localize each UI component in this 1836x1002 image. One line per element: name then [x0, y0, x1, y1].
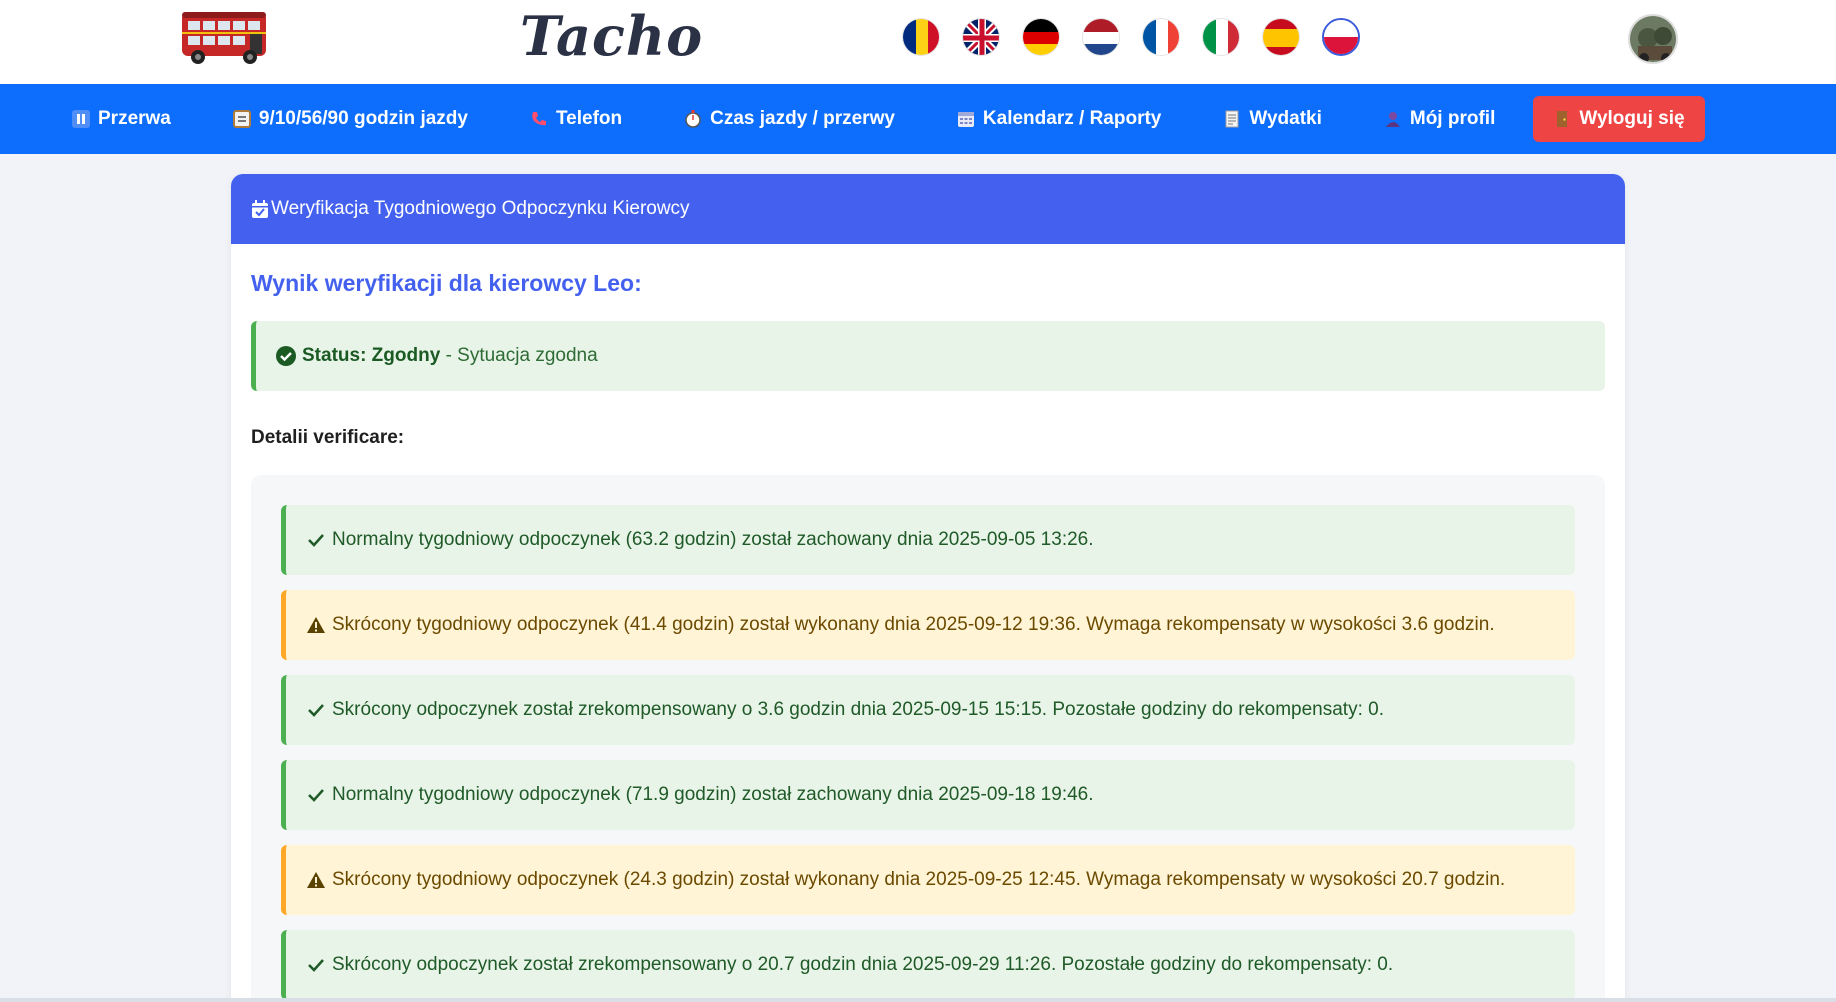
- nav-item-telefon[interactable]: Telefon: [516, 96, 636, 142]
- card-header: Weryfikacja Tygodniowego Odpoczynku Kier…: [231, 174, 1625, 244]
- weekly-rest-verification-card: Weryfikacja Tygodniowego Odpoczynku Kier…: [231, 174, 1625, 1002]
- details-title: Detalii verificare:: [251, 427, 405, 448]
- receipt-icon: [1223, 110, 1241, 128]
- detail-text: Normalny tygodniowy odpoczynek (63.2 god…: [332, 529, 1094, 550]
- flag-uk-icon[interactable]: [962, 18, 1000, 56]
- door-icon: [1553, 110, 1571, 128]
- main-navigation: Przerwa 9/10/56/90 godzin jazdy Telefon …: [0, 84, 1836, 154]
- flag-italy-icon[interactable]: [1202, 18, 1240, 56]
- flag-spain-icon[interactable]: [1262, 18, 1300, 56]
- checkmark-icon: [306, 955, 326, 975]
- flag-germany-icon[interactable]: [1022, 18, 1060, 56]
- flag-france-icon[interactable]: [1142, 18, 1180, 56]
- user-icon: [1384, 110, 1402, 128]
- warning-triangle-icon: [306, 615, 326, 635]
- nav-item-wydatki[interactable]: Wydatki: [1209, 96, 1336, 142]
- detail-entry-warning: Skrócony tygodniowy odpoczynek (41.4 god…: [281, 590, 1575, 660]
- calendar-icon: [957, 110, 975, 128]
- detail-text: Skrócony tygodniowy odpoczynek (24.3 god…: [332, 869, 1506, 890]
- nav-item-label: Telefon: [555, 108, 623, 129]
- detail-text: Skrócony odpoczynek został zrekompensowa…: [332, 699, 1384, 720]
- pause-icon: [72, 110, 90, 128]
- detail-entry-warning: Skrócony tygodniowy odpoczynek (24.3 god…: [281, 845, 1575, 915]
- nav-item-kalendarz[interactable]: Kalendarz / Raporty: [943, 96, 1175, 142]
- logout-button[interactable]: Wyloguj się: [1533, 96, 1705, 142]
- checkmark-icon: [306, 700, 326, 720]
- check-circle-icon: [276, 346, 296, 366]
- nav-item-przerwa[interactable]: Przerwa: [58, 96, 185, 142]
- flag-romania-icon[interactable]: [902, 18, 940, 56]
- detail-entry-ok: Normalny tygodniowy odpoczynek (71.9 god…: [281, 760, 1575, 830]
- card-title: Weryfikacja Tygodniowego Odpoczynku Kier…: [271, 198, 690, 219]
- flag-poland-icon[interactable]: [1322, 18, 1360, 56]
- status-label: Status: Zgodny: [302, 345, 441, 366]
- status-alert: Status: Zgodny - Sytuacja zgodna: [251, 321, 1605, 391]
- nav-item-label: Wydatki: [1249, 108, 1322, 129]
- detail-text: Skrócony tygodniowy odpoczynek (41.4 god…: [332, 614, 1495, 635]
- brand-logo[interactable]: Tacho: [520, 4, 703, 68]
- nav-item-label: Mój profil: [1409, 108, 1496, 129]
- nav-item-czas-jazdy[interactable]: Czas jazdy / przerwy: [670, 96, 909, 142]
- detail-entry-ok: Skrócony odpoczynek został zrekompensowa…: [281, 675, 1575, 745]
- checkmark-icon: [306, 785, 326, 805]
- detail-entry-ok: Normalny tygodniowy odpoczynek (63.2 god…: [281, 505, 1575, 575]
- nav-item-label: Przerwa: [98, 108, 171, 129]
- warning-triangle-icon: [306, 870, 326, 890]
- phone-icon: [530, 110, 548, 128]
- calendar-check-icon: [251, 199, 269, 219]
- result-title: Wynik weryfikacji dla kierowcy Leo:: [251, 270, 642, 296]
- checkmark-icon: [306, 530, 326, 550]
- page-bottom-border: [0, 998, 1836, 1002]
- language-selector: [902, 18, 1360, 56]
- top-header: Tacho: [0, 0, 1836, 84]
- nav-item-label: Kalendarz / Raporty: [982, 108, 1162, 129]
- detail-text: Skrócony odpoczynek został zrekompensowa…: [332, 954, 1394, 975]
- nav-item-driving-hours[interactable]: 9/10/56/90 godzin jazdy: [219, 96, 482, 142]
- stopwatch-icon: [684, 110, 702, 128]
- double-decker-bus-icon[interactable]: [178, 6, 272, 66]
- detail-text: Normalny tygodniowy odpoczynek (71.9 god…: [332, 784, 1094, 805]
- status-text: - Sytuacja zgodna: [445, 345, 598, 366]
- card-body: Wynik weryfikacji dla kierowcy Leo: Stat…: [231, 270, 1625, 1002]
- nav-item-label: Czas jazdy / przerwy: [710, 108, 895, 129]
- clipboard-icon: [232, 110, 251, 128]
- user-avatar[interactable]: [1628, 14, 1678, 64]
- logout-label: Wyloguj się: [1579, 108, 1685, 129]
- flag-netherlands-icon[interactable]: [1082, 18, 1120, 56]
- details-list: Normalny tygodniowy odpoczynek (63.2 god…: [251, 475, 1605, 1002]
- detail-entry-ok: Skrócony odpoczynek został zrekompensowa…: [281, 930, 1575, 1000]
- nav-item-profil[interactable]: Mój profil: [1370, 96, 1509, 142]
- nav-item-label: 9/10/56/90 godzin jazdy: [258, 108, 468, 129]
